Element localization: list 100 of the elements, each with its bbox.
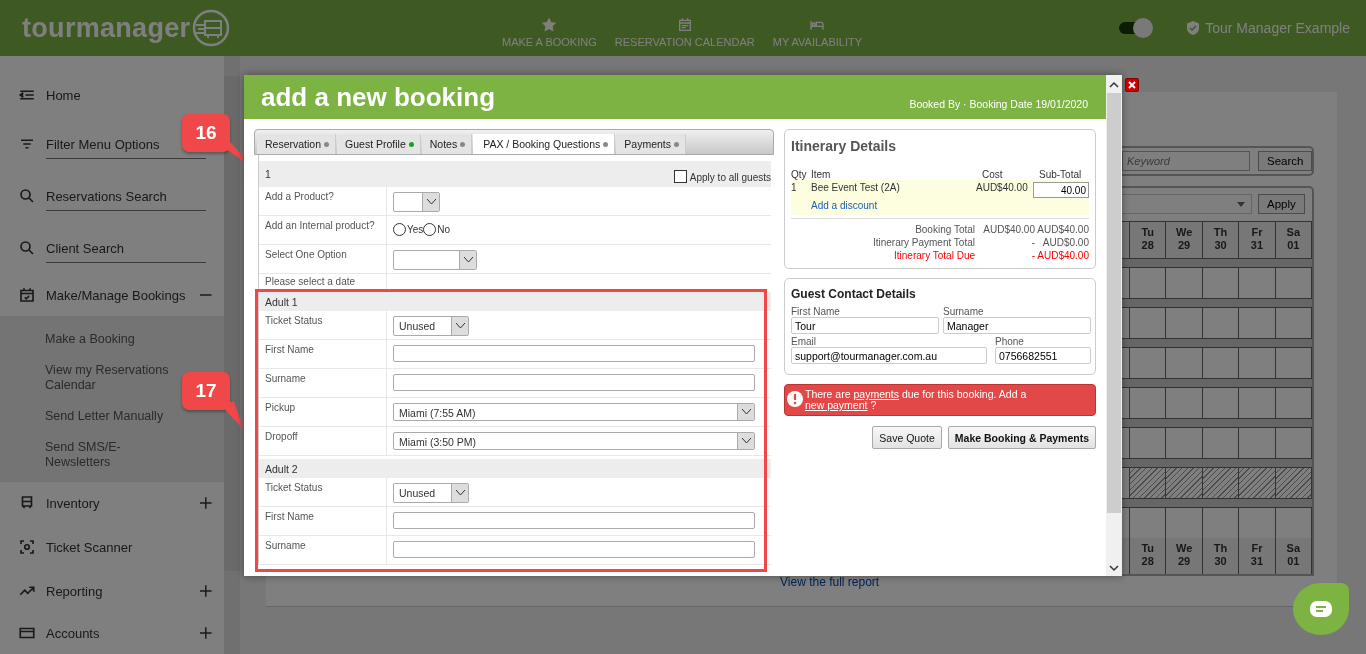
- search-button[interactable]: Search: [1258, 151, 1313, 171]
- text-field[interactable]: 0756682551: [995, 347, 1091, 364]
- text-field[interactable]: [393, 541, 755, 558]
- sidebar-item[interactable]: Reporting: [0, 570, 224, 612]
- plus-icon: [200, 585, 212, 597]
- dropdown[interactable]: Unused: [393, 483, 469, 503]
- total-value: AUD$40.00: [982, 223, 1035, 236]
- chevron-icon: [463, 257, 473, 263]
- sidebar-item[interactable]: Make/Manage Bookings: [0, 274, 224, 316]
- field-label: Ticket Status: [259, 311, 387, 339]
- chevron-icon: [455, 490, 465, 496]
- sidebar-item[interactable]: Reservations Search: [0, 170, 224, 222]
- radio-button[interactable]: Yes: [393, 221, 424, 236]
- sidebar-item[interactable]: Inventory: [0, 482, 224, 524]
- text-field[interactable]: support@tourmanager.com.au: [791, 347, 987, 364]
- total-label: Booking Total: [915, 223, 975, 236]
- make-booking-button[interactable]: Make Booking & Payments: [947, 426, 1096, 449]
- bus-logo-icon: [192, 9, 231, 47]
- chat-icon: [1310, 601, 1332, 617]
- text-field[interactable]: Tour: [791, 317, 939, 334]
- scrollbar[interactable]: [1106, 75, 1122, 576]
- scroll-down-icon[interactable]: [1109, 564, 1119, 572]
- tab[interactable]: Reservation: [257, 134, 337, 154]
- field-label: First Name: [259, 507, 387, 535]
- scanner-icon: [18, 538, 36, 556]
- total-value: -: [1030, 249, 1035, 262]
- callout-badge: 17: [182, 372, 230, 410]
- field-label: Surname: [259, 369, 387, 397]
- guest-heading: Adult 2: [259, 459, 771, 478]
- column-header: Cost: [982, 169, 1004, 180]
- report-link[interactable]: View the full report: [780, 575, 880, 589]
- column-header: Item: [811, 169, 832, 180]
- booking-meta: Booked By · Booking Date 19/01/2020: [909, 98, 1088, 112]
- filter-dropdown[interactable]: [1120, 194, 1252, 214]
- submenu-item[interactable]: Send Letter Manually: [45, 401, 164, 432]
- radio-button[interactable]: No: [423, 221, 451, 236]
- logo-text: tourmanager: [22, 12, 191, 44]
- dropdown[interactable]: Unused: [393, 316, 469, 336]
- sidebar-item[interactable]: Client Search: [0, 222, 224, 274]
- day-header: We 29: [1166, 538, 1203, 574]
- total-value: AUD$40.00: [1036, 223, 1089, 236]
- warning-icon: [787, 391, 803, 407]
- close-button[interactable]: [1125, 78, 1139, 92]
- field-label: Surname: [943, 306, 985, 317]
- plus-icon: [200, 627, 212, 639]
- sidebar-item[interactable]: Accounts: [0, 612, 224, 654]
- blocked-cell: [1166, 468, 1203, 498]
- card-title: Itinerary Details: [791, 138, 898, 156]
- field-label: Select One Option: [259, 245, 387, 273]
- text-field[interactable]: [393, 374, 755, 391]
- tab[interactable]: Guest Profile: [337, 134, 421, 154]
- total-value: AUD$40.00: [1036, 249, 1089, 262]
- subtotal-field[interactable]: 40.00: [1033, 182, 1089, 198]
- alert-link[interactable]: new payment: [805, 399, 868, 411]
- apply-all-checkbox[interactable]: Apply to all guests: [673, 165, 771, 183]
- search-icon: [18, 187, 36, 205]
- alert-text: ?: [870, 399, 877, 411]
- sidebar-item[interactable]: Ticket Scanner: [0, 524, 224, 570]
- day-header: Tu 28: [1130, 538, 1167, 574]
- submenu-item[interactable]: Make a Booking: [45, 324, 135, 355]
- text-field[interactable]: [393, 345, 755, 362]
- column-header: Sub-Total: [1039, 169, 1083, 180]
- blocked-cell: [1275, 468, 1313, 498]
- apply-button[interactable]: Apply: [1258, 194, 1305, 214]
- dropdown[interactable]: Miami (3:50 PM): [393, 432, 755, 450]
- tab[interactable]: Payments: [616, 134, 686, 154]
- submenu-item[interactable]: Send SMS/E-Newsletters: [45, 432, 177, 478]
- save-quote-button[interactable]: Save Quote: [872, 426, 942, 449]
- scroll-up-icon[interactable]: [1109, 81, 1119, 89]
- alert-link[interactable]: payments: [853, 388, 899, 400]
- tab[interactable]: Notes: [421, 134, 473, 154]
- keyword-field[interactable]: Keyword: [1122, 151, 1250, 171]
- submenu-item[interactable]: View my Reservations Calendar: [45, 355, 177, 401]
- chevron-icon: [426, 199, 436, 205]
- close-icon: [1128, 81, 1136, 89]
- total-value: -: [1030, 236, 1035, 249]
- field-label: Ticket Status: [259, 478, 387, 506]
- scrollbar[interactable]: [224, 56, 240, 654]
- alert-text: There are: [805, 388, 851, 400]
- search-icon: [18, 239, 36, 257]
- field-label: First Name: [259, 340, 387, 368]
- dropdown[interactable]: [393, 250, 477, 270]
- blocked-cell: [1202, 468, 1240, 498]
- dropdown[interactable]: [393, 192, 440, 212]
- chat-button[interactable]: [1293, 583, 1349, 635]
- star-icon: [541, 16, 558, 33]
- day-header: Fr 31: [1239, 538, 1276, 574]
- alert-text: due for this booking. Add a: [901, 388, 1027, 400]
- blocked-cell: [1239, 468, 1276, 498]
- dropdown[interactable]: Miami (7:55 AM): [393, 403, 755, 421]
- calendar-icon: [676, 16, 693, 33]
- discount-link[interactable]: Add a discount: [791, 200, 1089, 211]
- shield-icon: [1187, 21, 1200, 35]
- table-cell-text: 1: [791, 182, 798, 193]
- field-label: Email: [791, 336, 817, 347]
- column-header: Qty: [791, 169, 808, 180]
- text-field[interactable]: [393, 512, 755, 529]
- field-label: Surname: [259, 536, 387, 564]
- tab[interactable]: PAX / Booking Questions: [473, 134, 616, 154]
- text-field[interactable]: Manager: [943, 317, 1091, 334]
